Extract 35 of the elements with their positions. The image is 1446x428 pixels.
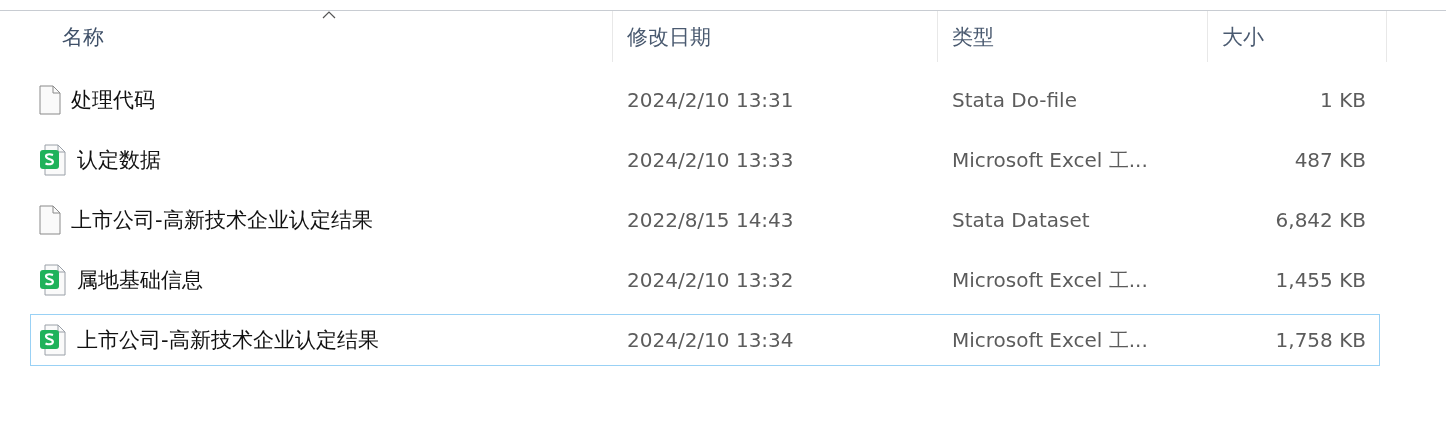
file-size: 1,758 KB <box>1274 328 1366 352</box>
modified-date: 2024/2/10 13:32 <box>626 268 795 292</box>
file-name: 上市公司-高新技术企业认定结果 <box>71 207 373 234</box>
file-row[interactable]: 处理代码 2024/2/10 13:31 Stata Do-file 1 KB <box>30 74 1380 126</box>
file-name: 属地基础信息 <box>77 267 203 294</box>
column-header[interactable]: 修改日期 <box>612 11 937 62</box>
modified-date: 2024/2/10 13:31 <box>626 88 795 112</box>
file-row[interactable]: 上市公司-高新技术企业认定结果 2022/8/15 14:43 Stata Dataset 6,842 KB <box>30 194 1380 246</box>
file-name: 处理代码 <box>71 87 155 114</box>
modified-date: 2024/2/10 13:33 <box>626 148 795 172</box>
file-type: Stata Dataset <box>951 208 1091 232</box>
spreadsheet-file-icon <box>39 324 67 356</box>
blank-file-icon <box>39 85 61 115</box>
modified-date: 2024/2/10 13:34 <box>626 328 795 352</box>
column-header[interactable]: 类型 <box>937 11 1207 62</box>
sort-caret-icon <box>322 11 336 19</box>
blank-file-icon <box>39 205 61 235</box>
file-size: 487 KB <box>1293 148 1366 172</box>
column-header[interactable]: 大小 <box>1207 11 1387 62</box>
column-header[interactable]: 名称 <box>30 11 612 62</box>
file-size: 1 KB <box>1319 88 1366 112</box>
file-name: 上市公司-高新技术企业认定结果 <box>77 327 379 354</box>
file-row[interactable]: 上市公司-高新技术企业认定结果 2024/2/10 13:34 Microsoft Excel 工... 1,758 KB <box>30 314 1380 366</box>
file-size: 6,842 KB <box>1274 208 1366 232</box>
spreadsheet-file-icon <box>39 144 67 176</box>
file-type: Stata Do-file <box>951 88 1078 112</box>
file-type: Microsoft Excel 工... <box>951 266 1149 294</box>
file-row[interactable]: 认定数据 2024/2/10 13:33 Microsoft Excel 工... 487 KB <box>30 134 1380 186</box>
file-row[interactable]: 属地基础信息 2024/2/10 13:32 Microsoft Excel 工... 1,455 KB <box>30 254 1380 306</box>
file-type: Microsoft Excel 工... <box>951 146 1149 174</box>
file-type: Microsoft Excel 工... <box>951 326 1149 354</box>
spreadsheet-file-icon <box>39 264 67 296</box>
modified-date: 2022/8/15 14:43 <box>626 208 795 232</box>
file-size: 1,455 KB <box>1274 268 1366 292</box>
file-name: 认定数据 <box>77 147 161 174</box>
